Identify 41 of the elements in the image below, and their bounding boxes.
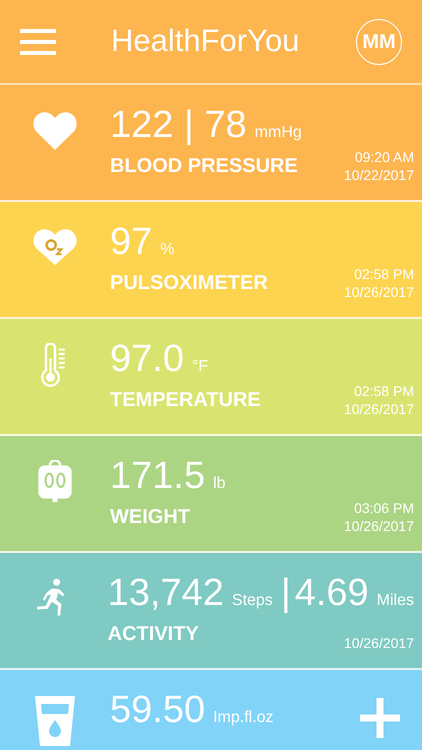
date-text: 10/26/2017 — [344, 634, 414, 652]
metric-label: BLOOD PRESSURE — [110, 154, 298, 179]
metric-tile[interactable]: 97 % PULSOXIMETER 02:58 PM 10/26/2017 — [0, 202, 422, 319]
water-glass-icon — [33, 694, 77, 746]
date-text: 10/26/2017 — [344, 517, 414, 535]
metric-tile[interactable]: 97.0 °F TEMPERATURE 02:58 PM 10/26/2017 — [0, 319, 422, 436]
reading-value: 97 — [110, 220, 152, 264]
unit-label: °F — [192, 357, 208, 377]
plus-icon — [360, 698, 400, 738]
metric-tile[interactable]: 122 | 78 mmHg BLOOD PRESSURE 09:20 AM 10/22/2017 — [0, 85, 422, 202]
app-title: HealthForYou — [111, 22, 300, 60]
time-text: 02:58 PM — [354, 265, 414, 283]
unit-label: Imp.fl.oz — [213, 708, 274, 728]
add-button[interactable] — [360, 698, 400, 738]
reading-value: 13,742 — [108, 571, 224, 615]
time-text: 02:58 PM — [354, 382, 414, 400]
reading-value: 122 | 78 — [110, 103, 247, 147]
unit-label: Steps — [232, 591, 273, 611]
metric-tile[interactable]: 59.50 Imp.fl.oz — [0, 670, 422, 750]
time-text: 03:06 PM — [354, 499, 414, 517]
date-text: 10/26/2017 — [344, 283, 414, 301]
reading-value: | — [280, 571, 291, 615]
reading-value: 4.69 — [294, 571, 369, 615]
reading-value: 59.50 — [110, 688, 206, 732]
date-text: 10/22/2017 — [344, 166, 414, 184]
unit-label: lb — [213, 474, 226, 494]
time-text: 09:20 AM — [354, 148, 414, 166]
metric-label: WEIGHT — [110, 505, 190, 530]
reading-value: 97.0 — [110, 337, 184, 381]
unit-label: % — [160, 240, 175, 260]
menu-icon[interactable] — [20, 28, 56, 54]
unit-label: mmHg — [254, 123, 302, 143]
reading-value: 171.5 — [110, 454, 206, 498]
metric-tile[interactable]: 13,742 Steps |4.69 Miles ACTIVITY 10/26/2017 — [0, 553, 422, 670]
metric-label: TEMPERATURE — [110, 388, 261, 413]
metric-label: ACTIVITY — [108, 622, 199, 647]
metric-tile[interactable]: 171.5 lb WEIGHT 03:06 PM 10/26/2017 — [0, 436, 422, 553]
avatar-button[interactable]: MM — [356, 18, 402, 64]
unit-label: Miles — [376, 591, 414, 611]
metric-label: PULSOXIMETER — [110, 271, 268, 296]
date-text: 10/26/2017 — [344, 400, 414, 418]
